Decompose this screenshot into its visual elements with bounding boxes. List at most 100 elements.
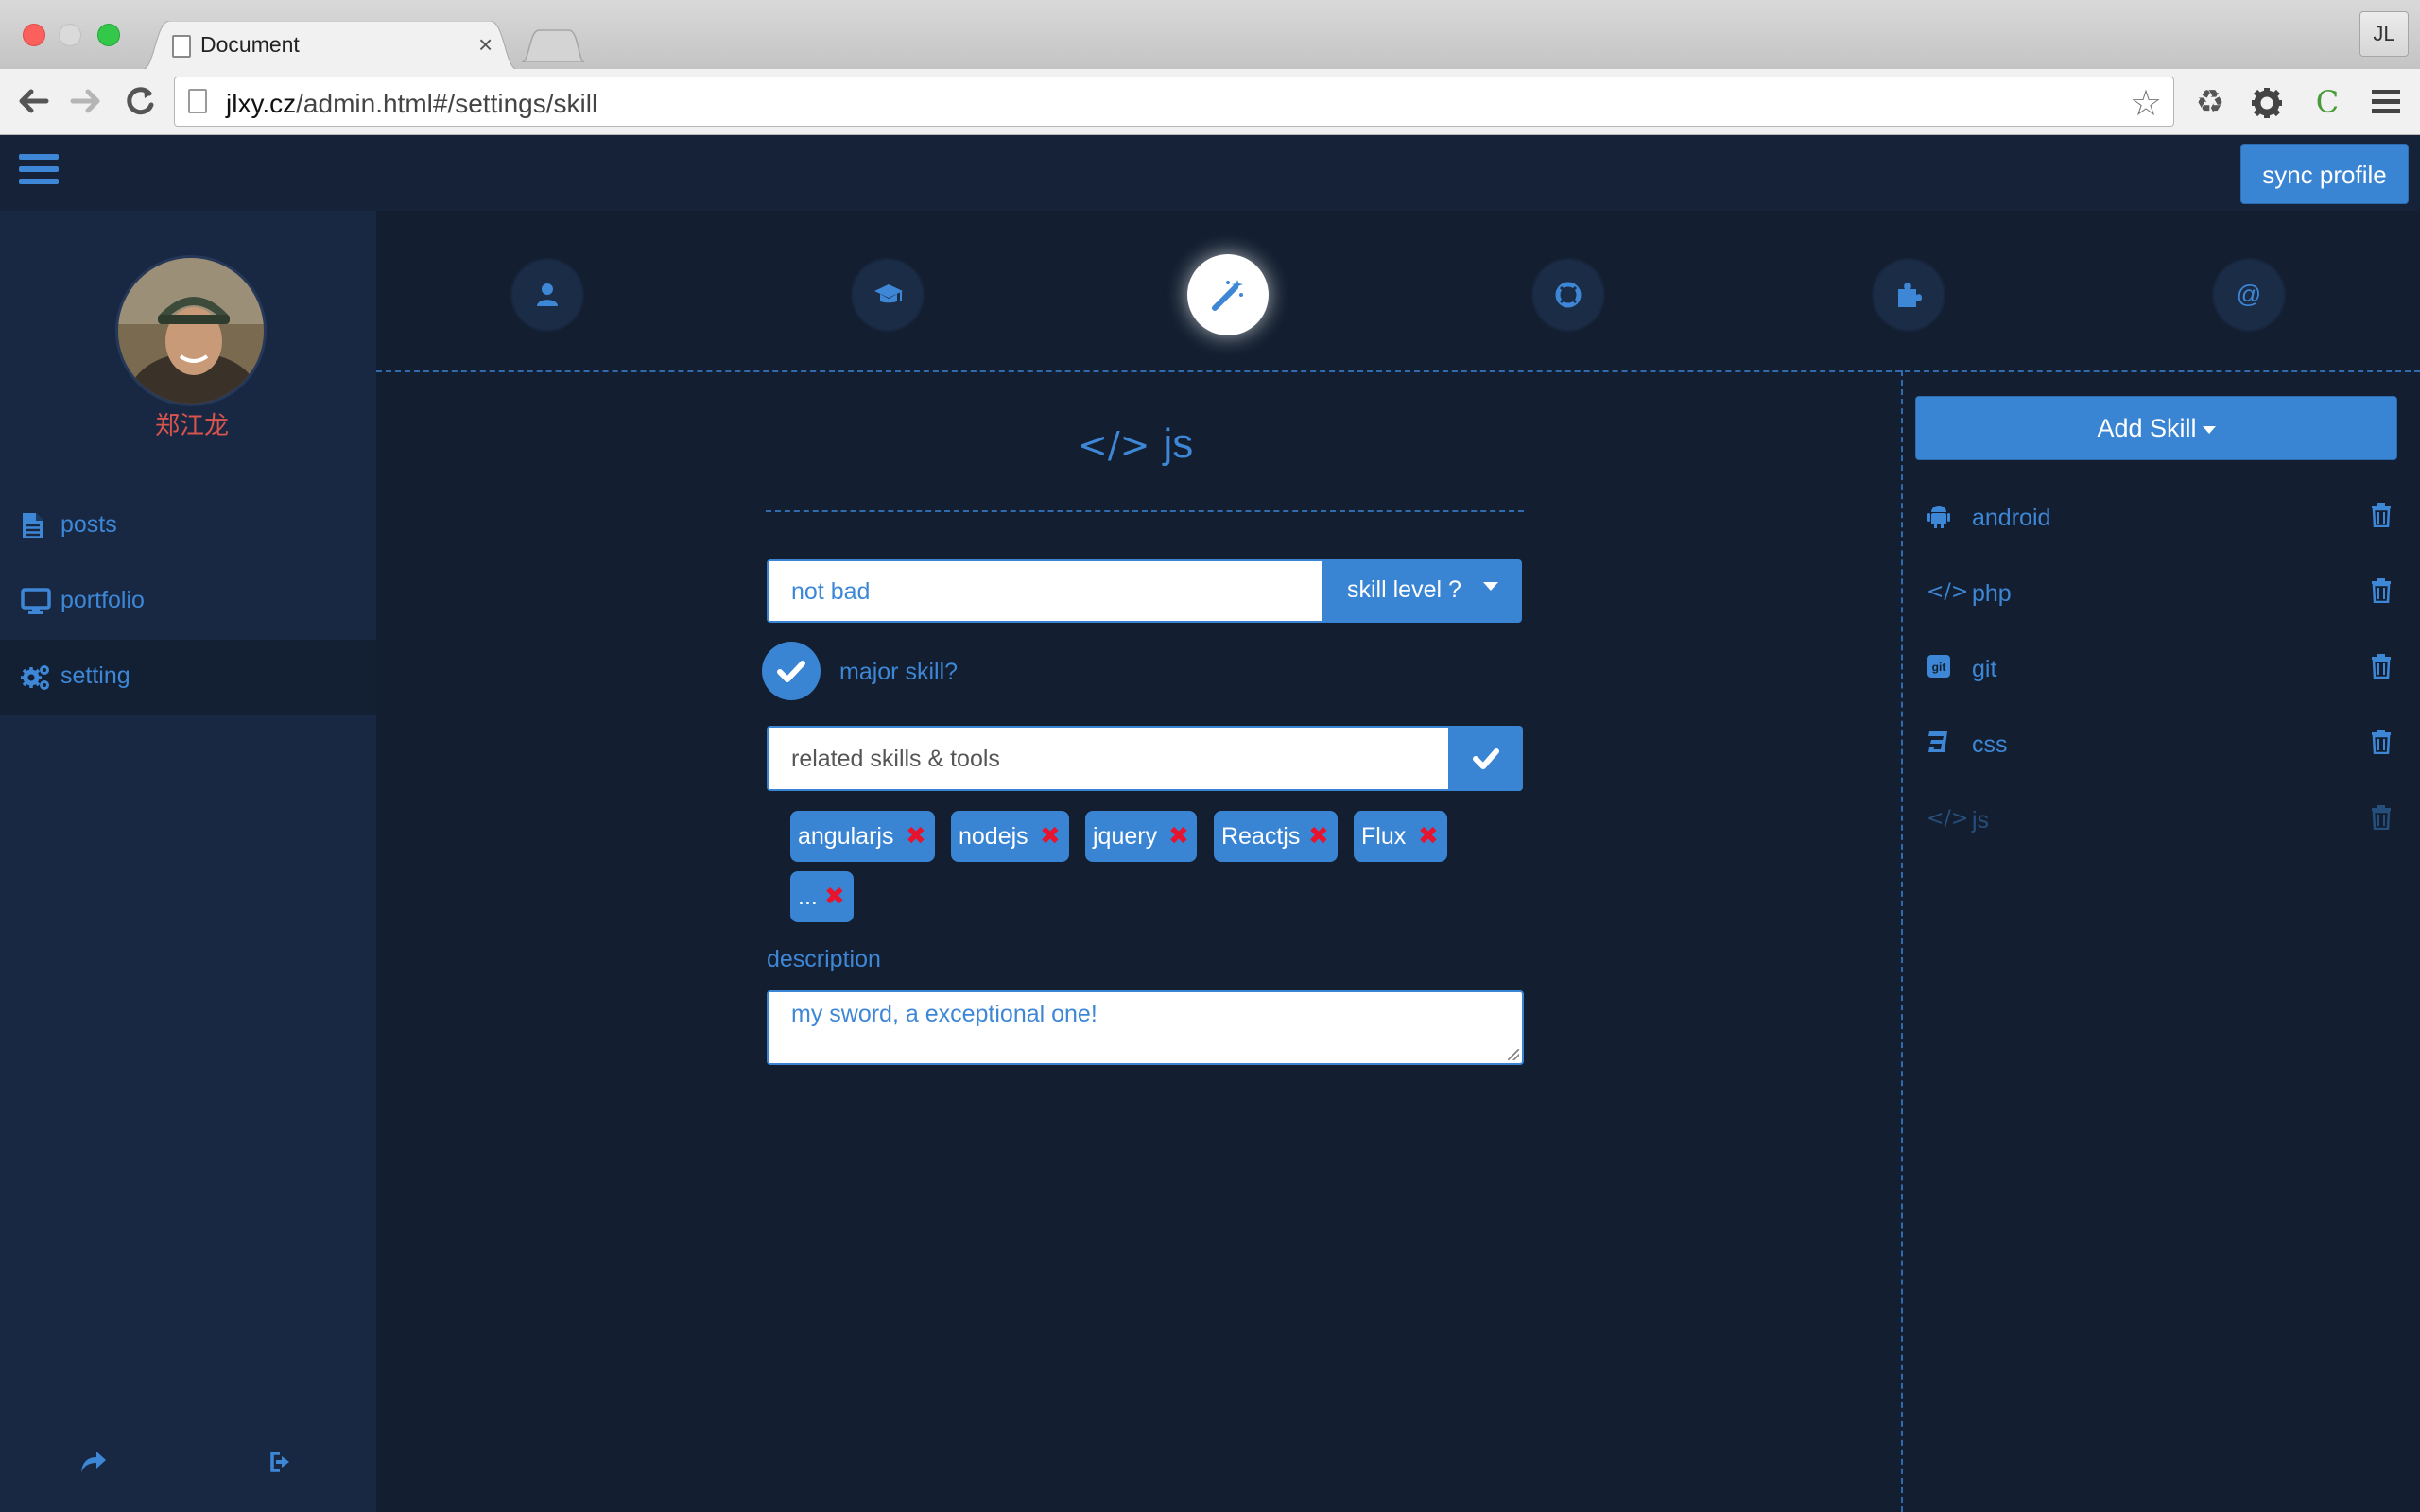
caret-down-icon [1483,582,1498,591]
step-skills[interactable] [1187,254,1269,335]
sidebar-item-portfolio[interactable]: portfolio [0,564,376,640]
tag-chip: nodejs ✖ [951,811,1069,862]
extension-c-icon[interactable]: C [2307,82,2348,124]
remove-tag-icon[interactable]: ✖ [1168,822,1189,850]
profile-card: 郑江龙 [4,211,371,485]
description-textarea[interactable]: my sword, a exceptional one! [767,990,1524,1065]
skill-item-android[interactable]: android [1915,490,2397,546]
recycle-icon[interactable]: ♻ [2189,82,2231,124]
tag-label: nodejs [959,823,1028,850]
tag-chip: angularjs ✖ [790,811,935,862]
skill-item-git[interactable]: git git [1915,641,2397,697]
tag-chip: jquery ✖ [1085,811,1197,862]
add-related-button[interactable] [1448,726,1523,791]
step-support[interactable] [1533,260,1603,330]
magic-wand-icon [1212,280,1243,311]
add-skill-dropdown[interactable]: Add Skill [1915,396,2397,460]
remove-tag-icon[interactable]: ✖ [1308,822,1329,850]
code-icon: </> [1078,424,1150,466]
graduation-cap-icon [874,284,903,303]
skill-level-input[interactable]: not bad [767,559,1323,623]
resize-handle[interactable] [1508,1049,1519,1060]
step-profile[interactable] [512,260,582,330]
at-icon: @ [2237,282,2261,308]
window-minimize-button[interactable] [59,24,81,46]
tab-shape [142,21,518,70]
username: 郑江龙 [154,411,229,439]
code-icon: </> [1927,807,1969,831]
sync-profile-button[interactable]: sync profile [2240,144,2409,204]
trash-icon[interactable] [2371,805,2392,834]
section-divider [376,370,2420,372]
css3-icon [1927,730,1955,758]
skill-item-label: php [1972,580,2012,607]
remove-tag-icon[interactable]: ✖ [1418,822,1439,850]
tag-label: Reactjs [1221,823,1301,850]
trash-icon[interactable] [2371,654,2392,683]
tab-close-icon[interactable]: × [478,30,493,60]
tag-label: ... [798,884,818,910]
window-zoom-button[interactable] [97,24,120,46]
remove-tag-icon[interactable]: ✖ [1040,822,1061,850]
sidebar-item-setting[interactable]: setting [0,640,376,715]
browser-toolbar: jlxy.cz/admin.html#/settings/skill ☆ ♻ C [0,69,2420,135]
profile-button[interactable]: JL [2360,11,2409,57]
description-text: my sword, a exceptional one! [791,1001,1098,1027]
sidebar-item-label: portfolio [60,587,145,613]
trash-icon[interactable] [2371,503,2392,532]
window-close-button[interactable] [23,24,45,46]
menu-icon[interactable] [2365,82,2407,124]
address-bar[interactable]: jlxy.cz/admin.html#/settings/skill ☆ [174,77,2174,127]
url-text[interactable]: jlxy.cz/admin.html#/settings/skill [226,89,597,119]
page-icon [172,35,191,58]
page-icon [188,89,207,113]
back-icon[interactable] [13,82,53,122]
life-ring-icon [1555,282,1582,308]
title-divider [766,510,1524,512]
add-skill-label: Add Skill [2097,414,2197,442]
sign-out-icon[interactable] [268,1450,295,1481]
gear-icon[interactable] [2246,82,2288,124]
svg-text:@: @ [2237,282,2261,308]
sidebar-item-posts[interactable]: posts [0,489,376,564]
sidebar: 郑江龙 posts portfolio setting [0,211,376,1512]
trash-icon[interactable] [2371,578,2392,608]
android-icon [1927,503,1955,531]
settings-steps: @ [376,211,2420,371]
svg-text:git: git [1932,661,1946,674]
url-path: /admin.html#/settings/skill [296,89,598,118]
caret-down-icon [2202,425,2216,434]
skill-item-label: android [1972,505,2051,531]
skill-name: js [1163,421,1194,467]
share-icon[interactable] [79,1450,108,1481]
skill-item-css[interactable]: css [1915,716,2397,773]
remove-tag-icon[interactable]: ✖ [906,822,926,850]
avatar[interactable] [115,255,267,406]
skill-level-label: skill level ? [1347,576,1461,603]
tag-label: Flux [1361,823,1407,850]
git-square-icon: git [1927,654,1955,682]
new-tab-button[interactable] [522,28,584,62]
step-education[interactable] [853,260,923,330]
tag-label: jquery [1093,823,1158,850]
skill-item-label: git [1972,656,1997,682]
reload-icon[interactable] [120,82,160,122]
major-skill-checkbox[interactable] [762,642,821,700]
bookmark-star-icon[interactable]: ☆ [2130,82,2162,125]
skill-item-php[interactable]: </> php [1915,565,2397,622]
skill-item-js[interactable]: </> js [1915,792,2397,849]
related-skills-input[interactable]: related skills & tools [767,726,1449,791]
tag-label: angularjs [798,823,894,850]
url-host: jlxy.cz [226,89,297,118]
user-icon [537,284,558,306]
remove-tag-icon[interactable]: ✖ [824,883,845,911]
step-contact[interactable]: @ [2214,260,2284,330]
browser-tab[interactable]: Document × [142,21,518,70]
step-plugins[interactable] [1874,260,1944,330]
major-skill-label: major skill? [839,659,959,685]
trash-icon[interactable] [2371,730,2392,759]
hamburger-menu-icon[interactable] [19,154,59,190]
skill-level-dropdown[interactable]: skill level ? [1322,559,1522,623]
forward-icon[interactable] [66,82,106,122]
app-header: sync profile [0,135,2420,211]
